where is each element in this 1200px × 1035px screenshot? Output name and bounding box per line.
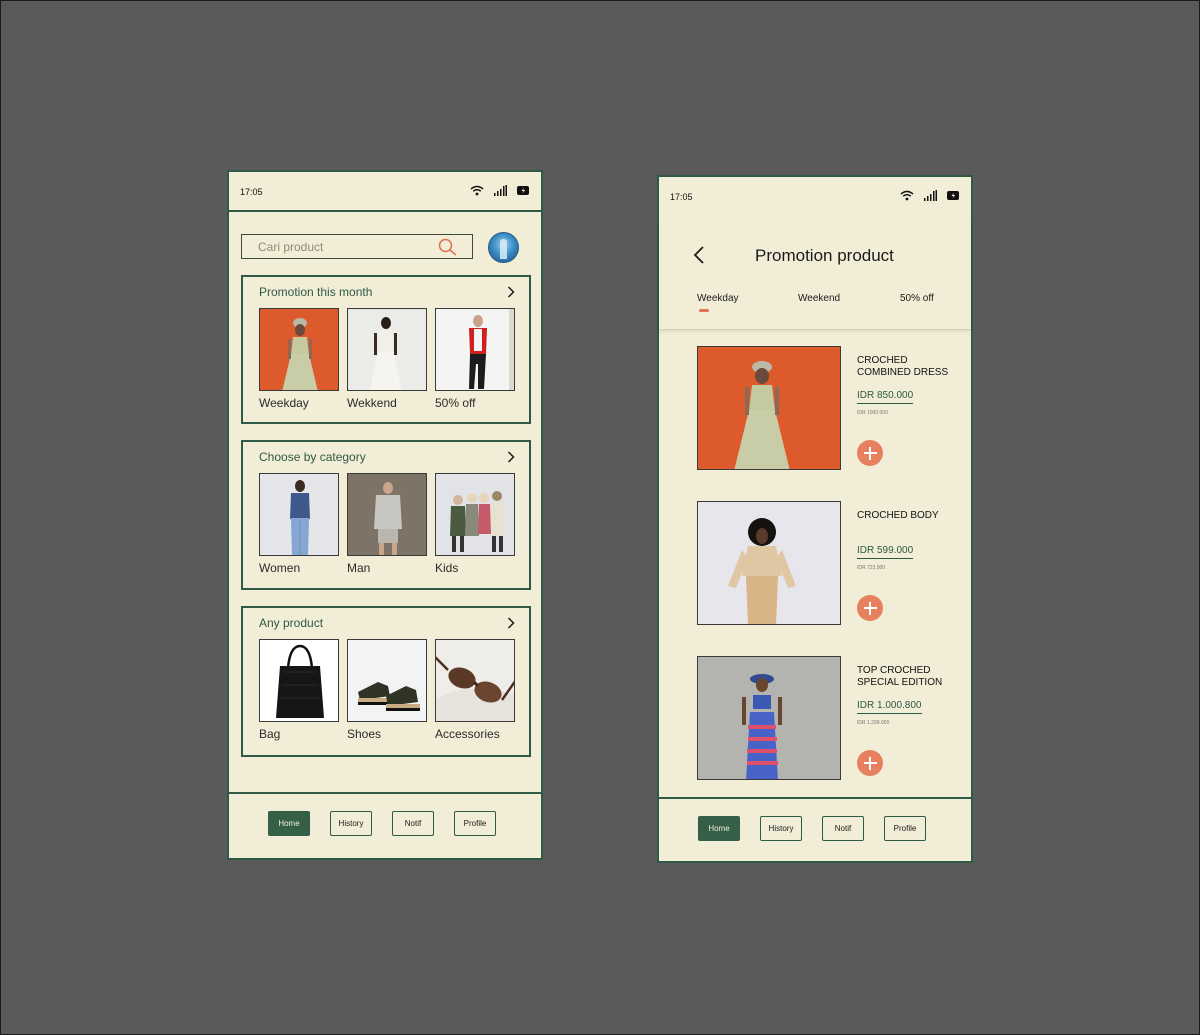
page-title: Promotion product (755, 246, 894, 265)
tile-label: Women (259, 561, 301, 575)
chevron-right-icon[interactable] (507, 451, 515, 463)
section-title: Any product (259, 616, 324, 630)
tile-label: Man (347, 561, 371, 575)
tile-image (347, 308, 427, 391)
section-title: Promotion this month (259, 285, 373, 299)
status-time: 17:05 (240, 187, 263, 197)
product-card[interactable]: CROCHED COMBINED DRESS IDR 850.000 IDR 1… (697, 346, 948, 470)
product-price: IDR 850.000 (857, 390, 914, 404)
product-image (697, 346, 841, 470)
product-name: TOP CROCHED SPECIAL EDITION (857, 665, 943, 688)
section-promotion: Promotion this month Weekday Wekkend 50%… (241, 275, 531, 424)
tile-weekend[interactable]: Wekkend (347, 308, 427, 410)
nav-profile-button[interactable]: Profile (454, 811, 496, 836)
add-icon[interactable] (857, 595, 883, 621)
nav-notif-button[interactable]: Notif (392, 811, 434, 836)
tile-image (435, 639, 515, 722)
product-card[interactable]: TOP CROCHED SPECIAL EDITION IDR 1.000.80… (697, 656, 947, 780)
home-screen: 17:05 Promotion this month Weekday (227, 170, 543, 860)
search-icon[interactable] (438, 238, 458, 256)
status-time: 17:05 (670, 192, 693, 202)
product-price: IDR 1.000.800 (857, 700, 922, 714)
chevron-right-icon[interactable] (507, 617, 515, 629)
product-image (697, 501, 841, 625)
product-name: CROCHED BODY (857, 510, 939, 521)
canvas-border (0, 0, 1200, 1035)
bottom-nav: Home History Notif Profile (229, 792, 541, 858)
chevron-right-icon[interactable] (507, 286, 515, 298)
tile-man[interactable]: Man (347, 473, 427, 575)
tile-label: Wekkend (347, 396, 397, 410)
tile-label: Weekday (259, 396, 309, 410)
product-image (697, 656, 841, 780)
tile-image (435, 473, 515, 556)
add-icon[interactable] (857, 750, 883, 776)
active-tab-indicator (699, 309, 709, 312)
product-old-price: IDR 1000.000 (857, 410, 888, 416)
tile-image (259, 308, 339, 391)
tile-image (435, 308, 515, 391)
tile-image (259, 473, 339, 556)
nav-history-button[interactable]: History (760, 816, 802, 841)
tile-image (259, 639, 339, 722)
page-header: Promotion product Weekday Weekend 50% of… (659, 217, 971, 330)
section-category: Choose by category Women Man Kids (241, 440, 531, 590)
nav-home-button[interactable]: Home (698, 816, 740, 841)
wifi-icon (470, 185, 484, 196)
back-arrow-icon[interactable] (693, 245, 705, 265)
status-bar: 17:05 (659, 177, 971, 217)
tile-label: Bag (259, 727, 281, 741)
tab-bar: Weekday Weekend 50% off (697, 293, 941, 319)
nav-notif-button[interactable]: Notif (822, 816, 864, 841)
product-card[interactable]: CROCHED BODY IDR 599.000 IDR 723.000 (697, 501, 947, 625)
nav-profile-button[interactable]: Profile (884, 816, 926, 841)
tab-50-off[interactable]: 50% off (900, 293, 934, 304)
signal-icon (924, 190, 937, 201)
search-input[interactable] (242, 235, 448, 258)
section-any-product: Any product Bag Shoes Accessories (241, 606, 531, 757)
tile-women[interactable]: Women (259, 473, 339, 575)
tile-label: Accessories (435, 727, 500, 741)
product-price: IDR 599.000 (857, 545, 914, 559)
tile-label: 50% off (435, 396, 476, 410)
status-bar: 17:05 (229, 172, 541, 212)
product-old-price: IDR 1.299.000 (857, 720, 890, 726)
section-title: Choose by category (259, 450, 366, 464)
battery-icon (947, 191, 959, 200)
tile-50-off[interactable]: 50% off (435, 308, 515, 410)
add-icon[interactable] (857, 440, 883, 466)
tile-label: Shoes (347, 727, 382, 741)
bottom-nav: Home History Notif Profile (659, 797, 971, 861)
tile-bag[interactable]: Bag (259, 639, 339, 741)
tile-label: Kids (435, 561, 459, 575)
avatar[interactable] (488, 232, 519, 263)
tile-accessories[interactable]: Accessories (435, 639, 515, 741)
nav-history-button[interactable]: History (330, 811, 372, 836)
tile-image (347, 639, 427, 722)
nav-home-button[interactable]: Home (268, 811, 310, 836)
product-name: CROCHED COMBINED DRESS (857, 355, 949, 378)
tile-shoes[interactable]: Shoes (347, 639, 427, 741)
product-old-price: IDR 723.000 (857, 565, 886, 571)
signal-icon (494, 185, 507, 196)
tile-weekday[interactable]: Weekday (259, 308, 339, 410)
tile-kids[interactable]: Kids (435, 473, 515, 575)
tile-image (347, 473, 427, 556)
battery-icon (517, 186, 529, 195)
tab-weekday[interactable]: Weekday (697, 293, 739, 304)
search-bar (241, 234, 473, 259)
promotion-screen: 17:05 Promotion product Weekday Weekend … (657, 175, 973, 863)
wifi-icon (900, 190, 914, 201)
tab-weekend[interactable]: Weekend (798, 293, 840, 304)
